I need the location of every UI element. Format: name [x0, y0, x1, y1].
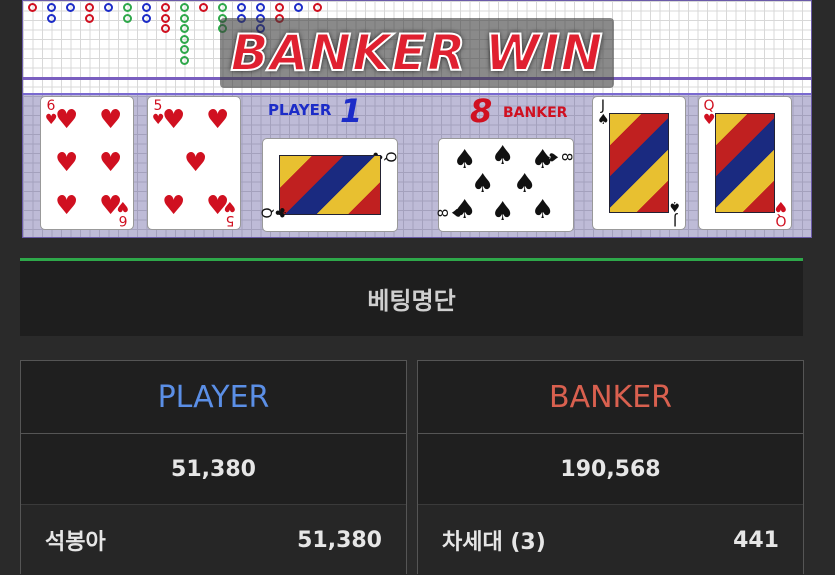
- card-index: 6 ♥: [116, 198, 129, 228]
- banker-score: 8: [470, 92, 493, 130]
- banker-bets-column: BANKER 190,568 차세대 (3) 441: [417, 360, 804, 575]
- road-marker: [180, 3, 189, 12]
- list-item: 차세대 (3) 441: [418, 505, 803, 575]
- banker-label: BANKER: [503, 105, 568, 121]
- road-marker: [28, 3, 37, 12]
- card-index: 8 ♠: [436, 206, 466, 219]
- road-marker: [218, 3, 227, 12]
- banker-total: 190,568: [418, 434, 803, 505]
- betting-list-title: 베팅명단: [367, 287, 456, 315]
- spade-pip-icon: ♠: [471, 169, 495, 199]
- card-index: 5 ♥: [223, 198, 236, 228]
- spade-pip-icon: ♠: [491, 141, 515, 171]
- bettor-name: 석봉아: [45, 530, 106, 555]
- player-total: 51,380: [21, 434, 406, 505]
- player-card-2: 5 ♥ ♥ ♥ ♥ ♥ ♥ 5 ♥: [147, 96, 241, 230]
- heart-pip-icon: ♥: [162, 105, 186, 135]
- player-label: PLAYER: [268, 101, 332, 119]
- road-marker: [85, 13, 94, 23]
- road-marker: [47, 13, 56, 23]
- card-index: Q ♥: [703, 98, 716, 128]
- banker-card-2: J ♠ J ♠: [592, 96, 686, 230]
- road-marker: [180, 45, 189, 54]
- road-marker: [123, 3, 132, 12]
- queen-hearts-face-icon: [715, 113, 775, 213]
- heart-pip-icon: ♥: [184, 148, 208, 178]
- player-card-1: 6 ♥ ♥ ♥ ♥ ♥ ♥ ♥ 6 ♥: [40, 96, 134, 230]
- road-marker: [199, 3, 208, 12]
- road-marker: [66, 3, 75, 12]
- road-marker: [180, 24, 189, 33]
- card-index: J ♠: [597, 98, 610, 128]
- road-marker: [180, 13, 189, 23]
- jack-spades-face-icon: [609, 113, 669, 213]
- banker-column-header: BANKER: [418, 361, 803, 434]
- road-marker: [161, 3, 170, 12]
- heart-pip-icon: ♥: [99, 105, 123, 135]
- player-card-3: Q♣ Q♣: [260, 138, 398, 232]
- heart-pip-icon: ♥: [55, 191, 79, 221]
- road-marker: [294, 3, 303, 12]
- heart-pip-icon: ♥: [99, 148, 123, 178]
- result-banner-text: BANKER WIN: [229, 23, 604, 83]
- heart-pip-icon: ♥: [55, 105, 79, 135]
- road-marker: [47, 3, 56, 12]
- card-index: Q ♥: [774, 198, 787, 228]
- bet-amount: 441: [733, 527, 779, 553]
- heart-pip-icon: ♥: [162, 191, 186, 221]
- betting-list-header: 베팅명단: [20, 258, 803, 336]
- spade-pip-icon: ♠: [513, 169, 537, 199]
- result-banner: BANKER WIN: [220, 18, 614, 88]
- road-marker: [180, 55, 189, 65]
- banker-card-3: Q ♥ Q ♥: [698, 96, 792, 230]
- card-index: J ♠: [668, 198, 681, 228]
- card-index: Q♣: [260, 206, 290, 219]
- road-marker: [85, 3, 94, 12]
- bet-amount: 51,380: [297, 527, 382, 553]
- bettor-name: 차세대 (3): [442, 530, 546, 555]
- road-marker: [123, 13, 132, 23]
- road-marker: [161, 13, 170, 23]
- queen-clubs-face-icon: [279, 155, 381, 215]
- road-marker: [237, 3, 246, 12]
- player-score: 1: [340, 92, 363, 130]
- player-bets-column: PLAYER 51,380 석봉아 51,380: [20, 360, 407, 575]
- player-column-header: PLAYER: [21, 361, 406, 434]
- road-marker: [313, 3, 322, 12]
- heart-pip-icon: ♥: [206, 105, 230, 135]
- road-marker: [275, 3, 284, 12]
- road-marker: [161, 24, 170, 33]
- road-marker: [104, 3, 113, 12]
- heart-pip-icon: ♥: [55, 148, 79, 178]
- banker-card-1: 8 ♠ ♠ ♠ ♠ ♠ ♠ ♠ ♠ ♠ 8 ♠: [436, 138, 574, 232]
- road-marker: [180, 34, 189, 44]
- spade-pip-icon: ♠: [531, 195, 555, 225]
- road-marker: [256, 3, 265, 12]
- road-marker: [142, 13, 151, 23]
- spade-pip-icon: ♠: [491, 197, 515, 227]
- card-tray: [23, 93, 811, 237]
- road-marker: [142, 3, 151, 12]
- list-item: 석봉아 51,380: [21, 505, 406, 575]
